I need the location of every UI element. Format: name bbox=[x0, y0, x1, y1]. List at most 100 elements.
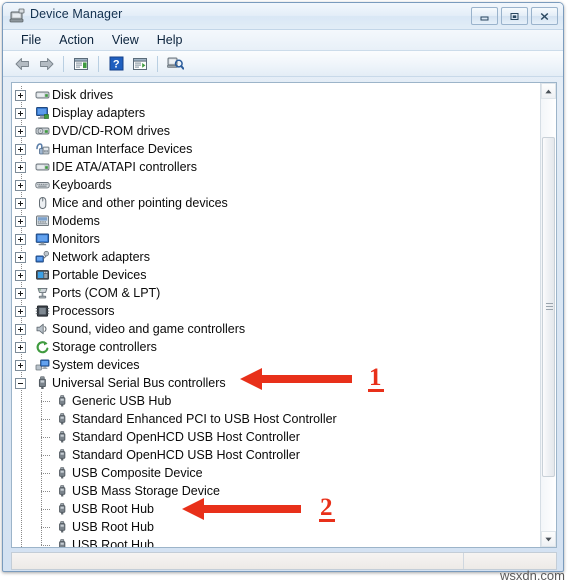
tree-guide bbox=[32, 392, 52, 410]
dvd-drive-icon bbox=[32, 122, 52, 140]
expand-button[interactable] bbox=[15, 288, 26, 299]
annotation-underline-1 bbox=[368, 389, 384, 392]
tree-item[interactable]: Portable Devices bbox=[12, 266, 541, 284]
tree-guide bbox=[12, 392, 32, 410]
expand-button[interactable] bbox=[15, 162, 26, 173]
sound-controller-icon bbox=[32, 320, 52, 338]
tree-item[interactable]: Monitors bbox=[12, 230, 541, 248]
tree-item[interactable]: USB Composite Device bbox=[12, 464, 541, 482]
tree-guide bbox=[12, 176, 32, 194]
annotation-number-1: 1 bbox=[369, 364, 382, 391]
tree-item[interactable]: USB Mass Storage Device bbox=[12, 482, 541, 500]
tree-item[interactable]: USB Root Hub bbox=[12, 518, 541, 536]
expand-button[interactable] bbox=[15, 270, 26, 281]
expand-button[interactable] bbox=[15, 198, 26, 209]
usb-device-icon bbox=[52, 428, 72, 446]
tree-item[interactable]: Disk drives bbox=[12, 86, 541, 104]
scrollbar-thumb[interactable] bbox=[542, 137, 555, 477]
expand-button[interactable] bbox=[15, 90, 26, 101]
tree-item[interactable]: Standard OpenHCD USB Host Controller bbox=[12, 428, 541, 446]
forward-button[interactable] bbox=[35, 53, 57, 74]
help-button[interactable]: ? bbox=[105, 53, 127, 74]
collapse-button[interactable] bbox=[15, 378, 26, 389]
expand-button[interactable] bbox=[15, 324, 26, 335]
status-pane-right bbox=[464, 553, 556, 569]
status-bar bbox=[11, 552, 557, 570]
expand-button[interactable] bbox=[15, 126, 26, 137]
properties-button[interactable] bbox=[70, 53, 92, 74]
expand-button[interactable] bbox=[15, 306, 26, 317]
tree-item[interactable]: Keyboards bbox=[12, 176, 541, 194]
tree-item[interactable]: Standard OpenHCD USB Host Controller bbox=[12, 446, 541, 464]
tree-guide bbox=[12, 536, 32, 547]
tree-item[interactable]: Mice and other pointing devices bbox=[12, 194, 541, 212]
close-button[interactable] bbox=[531, 7, 558, 25]
tree-guide bbox=[12, 500, 32, 518]
tree-guide bbox=[32, 482, 52, 500]
scroll-down-button[interactable] bbox=[541, 531, 556, 547]
tree-item-label: Disk drives bbox=[52, 88, 114, 102]
tree-item[interactable]: IDE ATA/ATAPI controllers bbox=[12, 158, 541, 176]
expand-button[interactable] bbox=[15, 108, 26, 119]
tree-item-label: Modems bbox=[52, 214, 100, 228]
scroll-up-button[interactable] bbox=[541, 83, 556, 99]
expand-button[interactable] bbox=[15, 234, 26, 245]
back-button[interactable] bbox=[11, 53, 33, 74]
tree-item[interactable]: Human Interface Devices bbox=[12, 140, 541, 158]
tree-item[interactable]: Network adapters bbox=[12, 248, 541, 266]
watermark: wsxdn.com bbox=[499, 568, 565, 583]
status-text-right bbox=[464, 553, 556, 557]
tree-item[interactable]: Display adapters bbox=[12, 104, 541, 122]
tree-item[interactable]: Storage controllers bbox=[12, 338, 541, 356]
tree-item[interactable]: Generic USB Hub bbox=[12, 392, 541, 410]
tree-item-label: USB Mass Storage Device bbox=[72, 484, 220, 498]
tree-guide bbox=[12, 248, 32, 266]
tree-item-label: IDE ATA/ATAPI controllers bbox=[52, 160, 197, 174]
expand-button[interactable] bbox=[15, 180, 26, 191]
tree-item[interactable]: Sound, video and game controllers bbox=[12, 320, 541, 338]
menu-item-action[interactable]: Action bbox=[50, 32, 103, 49]
menu-item-help[interactable]: Help bbox=[148, 32, 192, 49]
tree-guide bbox=[12, 212, 32, 230]
tree-guide bbox=[12, 374, 32, 392]
modem-icon bbox=[32, 212, 52, 230]
tree-item[interactable]: USB Root Hub bbox=[12, 500, 541, 518]
tree-guide bbox=[12, 428, 32, 446]
expand-button[interactable] bbox=[15, 342, 26, 353]
tree-item-label: Universal Serial Bus controllers bbox=[52, 376, 226, 390]
tree-item[interactable]: DVD/CD-ROM drives bbox=[12, 122, 541, 140]
tree-guide bbox=[12, 140, 32, 158]
tree-guide bbox=[12, 518, 32, 536]
tree-guide bbox=[12, 122, 32, 140]
menu-item-file[interactable]: File bbox=[12, 32, 50, 49]
maximize-button[interactable] bbox=[501, 7, 528, 25]
update-driver-button[interactable] bbox=[129, 53, 151, 74]
expand-button[interactable] bbox=[15, 360, 26, 371]
tree-item-label: Standard OpenHCD USB Host Controller bbox=[72, 430, 300, 444]
status-text-left bbox=[12, 553, 463, 557]
tree-item[interactable]: System devices bbox=[12, 356, 541, 374]
tree-guide bbox=[12, 302, 32, 320]
device-manager-window: Device Manager File Action View Help ? D… bbox=[2, 2, 564, 572]
tree-item[interactable]: Processors bbox=[12, 302, 541, 320]
tree-guide bbox=[32, 518, 52, 536]
scan-hardware-button[interactable] bbox=[164, 53, 186, 74]
expand-button[interactable] bbox=[15, 144, 26, 155]
expand-button[interactable] bbox=[15, 216, 26, 227]
usb-device-icon bbox=[52, 536, 72, 547]
tree-item[interactable]: Modems bbox=[12, 212, 541, 230]
window-title: Device Manager bbox=[30, 7, 123, 21]
tree-item[interactable]: USB Root Hub bbox=[12, 536, 541, 547]
tree-item[interactable]: Ports (COM & LPT) bbox=[12, 284, 541, 302]
tree-item-label: Standard Enhanced PCI to USB Host Contro… bbox=[72, 412, 337, 426]
tree-item-label: Generic USB Hub bbox=[72, 394, 172, 408]
device-tree[interactable]: Disk drives Display adapters DVD/CD-ROM dr… bbox=[12, 83, 541, 547]
expand-button[interactable] bbox=[15, 252, 26, 263]
menu-item-view[interactable]: View bbox=[103, 32, 148, 49]
tree-item[interactable]: Standard Enhanced PCI to USB Host Contro… bbox=[12, 410, 541, 428]
vertical-scrollbar[interactable] bbox=[540, 83, 556, 547]
tree-guide bbox=[12, 338, 32, 356]
tree-item[interactable]: Universal Serial Bus controllers bbox=[12, 374, 541, 392]
minimize-button[interactable] bbox=[471, 7, 498, 25]
disk-drive-icon bbox=[32, 86, 52, 104]
